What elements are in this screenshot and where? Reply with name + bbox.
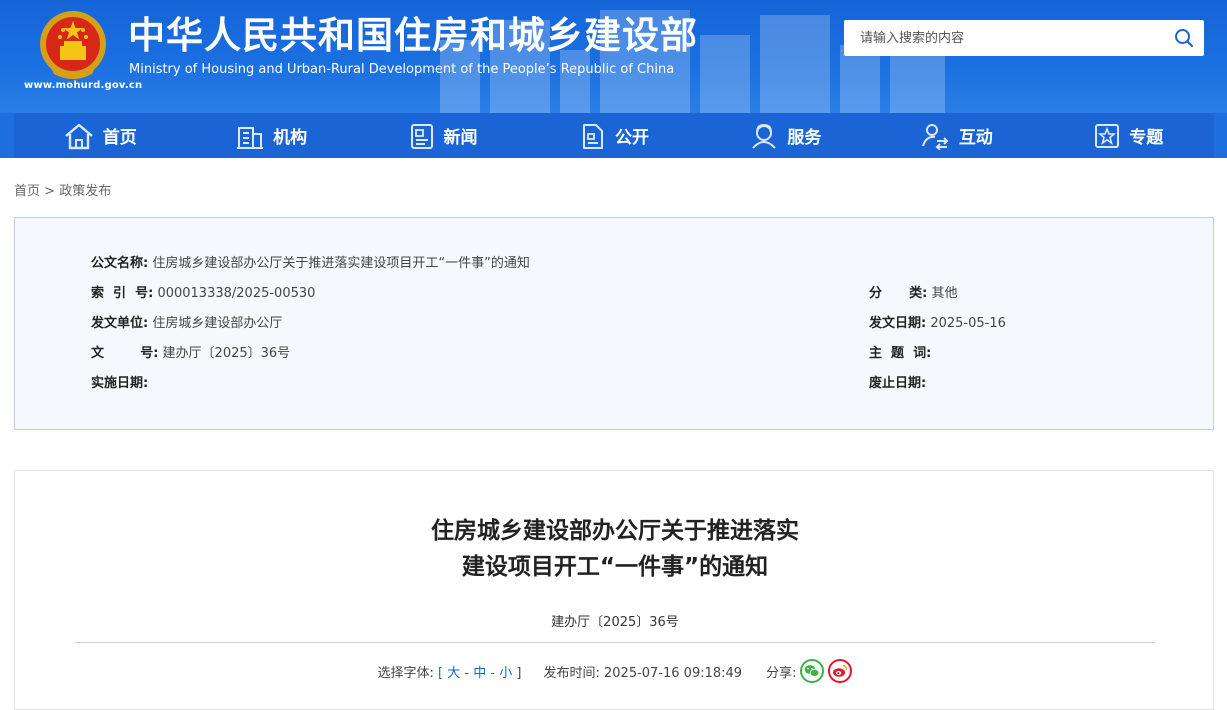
article-title: 住房城乡建设部办公厅关于推进落实 建设项目开工“一件事”的通知: [15, 513, 1215, 585]
bracket-open: [: [438, 665, 448, 681]
nav-item-service[interactable]: 服务: [700, 113, 871, 158]
meta-issuer: 发文单位: 住房城乡建设部办公厅: [91, 312, 282, 331]
meta-value: 建办厅〔2025〕36号: [162, 346, 291, 361]
article-doc-number: 建办厅〔2025〕36号: [551, 615, 679, 630]
meta-label: 发文单位:: [91, 316, 149, 331]
building-icon: [237, 126, 264, 149]
meta-label: 索 引 号:: [91, 286, 154, 301]
news-icon: [410, 123, 433, 149]
meta-value: 住房城乡建设部办公厅关于推进落实建设项目开工“一件事”的通知: [152, 256, 530, 271]
share-label: 分享:: [766, 665, 797, 681]
national-emblem-icon: [40, 11, 106, 79]
search-icon[interactable]: [1164, 20, 1204, 56]
breadcrumb-separator: >: [40, 184, 60, 199]
document-meta-box: 公文名称: 住房城乡建设部办公厅关于推进落实建设项目开工“一件事”的通知 索 引…: [14, 217, 1214, 430]
publish-time: 发布时间: 2025-07-16 09:18:49: [543, 662, 742, 681]
meta-doc-name: 公文名称: 住房城乡建设部办公厅关于推进落实建设项目开工“一件事”的通知: [91, 252, 530, 271]
site-domain: www.mohurd.gov.cn: [24, 80, 143, 91]
nav-item-home[interactable]: 首页: [14, 113, 185, 158]
bracket-close: ]: [512, 665, 522, 681]
font-large-link[interactable]: 大: [447, 666, 460, 681]
meta-label: 公文名称:: [91, 256, 149, 271]
meta-value: 住房城乡建设部办公厅: [152, 316, 283, 331]
nav-item-topics[interactable]: 专题: [1043, 113, 1214, 158]
meta-expiry-date: 废止日期:: [869, 372, 926, 391]
meta-label: 文 号:: [91, 346, 159, 361]
nav-label: 机构: [273, 128, 308, 148]
weibo-icon[interactable]: [828, 659, 853, 683]
document-icon: [582, 123, 603, 149]
publish-time-label: 发布时间:: [543, 665, 600, 681]
nav-label: 首页: [102, 128, 137, 148]
meta-label: 分 类:: [869, 286, 928, 301]
article-toolbar: 选择字体: [ 大 - 中 - 小 ] 发布时间: 2025-07-16 09:…: [15, 659, 1215, 683]
nav-label: 专题: [1129, 128, 1164, 148]
home-icon: [64, 123, 93, 149]
share-group: 分享:: [766, 659, 853, 683]
divider: [75, 642, 1155, 643]
meta-value: 2025-05-16: [930, 316, 1006, 331]
meta-label: 发文日期:: [869, 316, 927, 331]
breadcrumb: 首页 > 政策发布: [14, 180, 111, 199]
meta-issue-date: 发文日期: 2025-05-16: [869, 312, 1006, 331]
search-box: [844, 20, 1204, 56]
breadcrumb-current-link[interactable]: 政策发布: [59, 184, 111, 199]
meta-label: 实施日期:: [91, 376, 149, 391]
article-title-line2: 建设项目开工“一件事”的通知: [461, 554, 769, 580]
dash: -: [486, 665, 500, 681]
meta-keywords: 主 题 词:: [869, 342, 931, 361]
breadcrumb-home-link[interactable]: 首页: [14, 184, 40, 199]
article-panel: 住房城乡建设部办公厅关于推进落实 建设项目开工“一件事”的通知 建办厅〔2025…: [14, 470, 1214, 710]
nav-item-interaction[interactable]: 互动: [871, 113, 1042, 158]
font-size-selector: 选择字体: [ 大 - 中 - 小 ]: [378, 662, 522, 681]
dash: -: [460, 665, 474, 681]
site-title[interactable]: 中华人民共和国住房和城乡建设部: [128, 12, 698, 60]
interaction-icon: [921, 123, 949, 150]
nav-item-public[interactable]: 公开: [528, 113, 699, 158]
search-input[interactable]: [844, 20, 1164, 56]
star-icon: [1095, 123, 1120, 148]
nav-label: 互动: [958, 128, 993, 148]
site-header: www.mohurd.gov.cn 中华人民共和国住房和城乡建设部 Minist…: [0, 0, 1227, 113]
meta-index: 索 引 号: 000013338/2025-00530: [91, 282, 315, 301]
meta-doc-number: 文 号: 建办厅〔2025〕36号: [91, 342, 290, 361]
meta-label: 废止日期:: [869, 376, 927, 391]
font-size-label: 选择字体:: [377, 665, 434, 681]
nav-label: 公开: [614, 128, 649, 148]
main-nav: 首页 机构 新闻 公开 服务 互动 专题: [0, 113, 1227, 158]
nav-label: 服务: [787, 128, 822, 148]
publish-time-value: 2025-07-16 09:18:49: [604, 665, 743, 681]
font-medium-link[interactable]: 中: [473, 666, 486, 681]
meta-category: 分 类: 其他: [869, 282, 958, 301]
meta-value: 其他: [931, 286, 958, 301]
font-small-link[interactable]: 小: [499, 666, 512, 681]
meta-effective-date: 实施日期:: [91, 372, 148, 391]
nav-item-news[interactable]: 新闻: [357, 113, 528, 158]
nav-item-organization[interactable]: 机构: [185, 113, 356, 158]
service-icon: [752, 123, 777, 149]
article-title-line1: 住房城乡建设部办公厅关于推进落实: [431, 518, 799, 544]
meta-label: 主 题 词:: [869, 346, 932, 361]
nav-label: 新闻: [443, 128, 478, 148]
wechat-icon[interactable]: [800, 659, 825, 683]
site-subtitle: Ministry of Housing and Urban-Rural Deve…: [129, 62, 675, 77]
meta-value: 000013338/2025-00530: [157, 286, 316, 301]
